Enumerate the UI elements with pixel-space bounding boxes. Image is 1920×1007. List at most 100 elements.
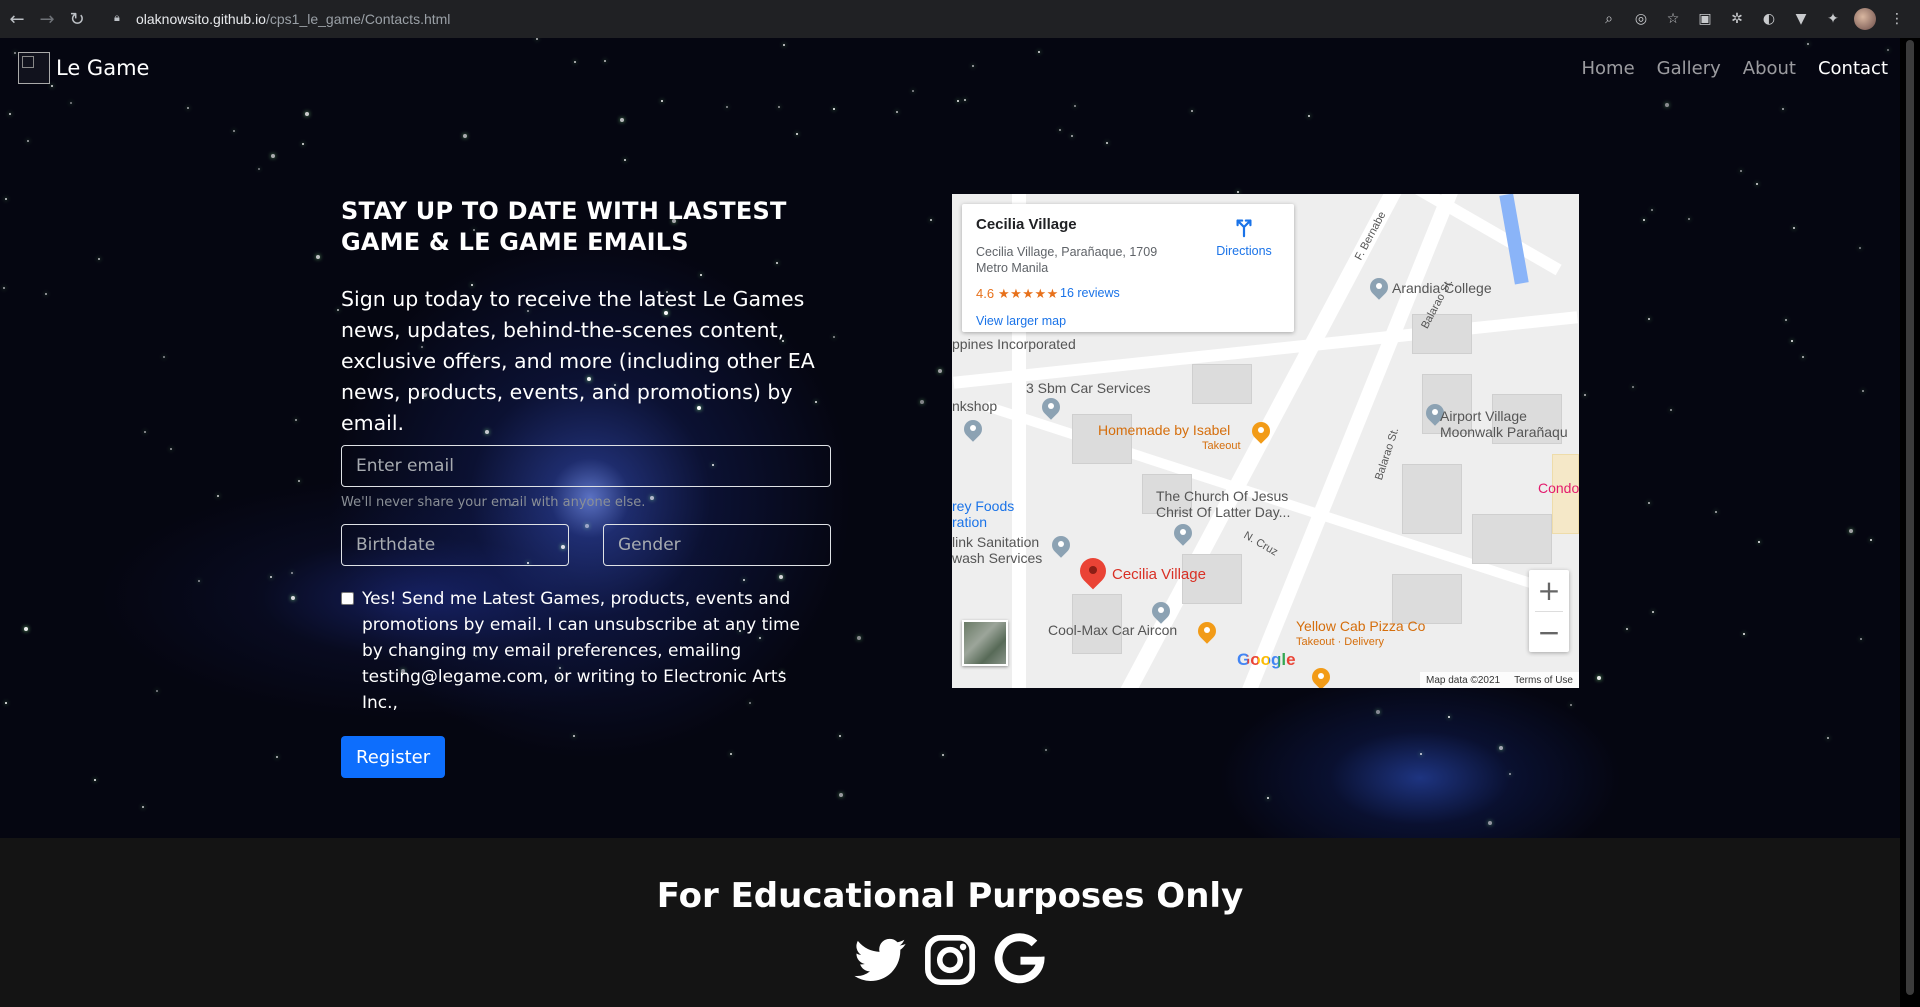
star-dot xyxy=(276,756,278,758)
scrollbar-thumb[interactable] xyxy=(1906,40,1914,995)
forward-icon[interactable]: → xyxy=(34,6,60,32)
brand-text: Le Game xyxy=(56,56,150,80)
star-dot xyxy=(1045,749,1047,751)
extensions-puzzle-icon[interactable]: ✦ xyxy=(1822,8,1844,30)
eye-off-icon[interactable]: ◎ xyxy=(1630,8,1652,30)
footer-title: For Educational Purposes Only xyxy=(656,876,1244,916)
twitter-icon[interactable] xyxy=(852,932,908,988)
star-dot xyxy=(1651,209,1653,211)
map-label-airport2: Moonwalk Parañaqu xyxy=(1440,424,1568,440)
reviews-link[interactable]: 16 reviews xyxy=(1060,286,1120,300)
google-icon[interactable] xyxy=(992,932,1048,988)
birthdate-input[interactable] xyxy=(341,524,569,566)
browser-toolbar: ← → ↻ 🔒︎ olaknowsito.github.io /cps1_le_… xyxy=(0,0,1920,38)
star-dot xyxy=(1499,746,1503,750)
star-dot xyxy=(726,106,728,108)
star-dot xyxy=(1643,219,1645,221)
consent-checkbox[interactable] xyxy=(341,592,354,605)
map-label-frey1: rey Foods xyxy=(952,498,1015,514)
map-pin-icon[interactable] xyxy=(1052,536,1070,558)
star-dot xyxy=(291,572,293,574)
map-street-label: N. Cruz xyxy=(1241,529,1280,559)
map-pin-icon[interactable] xyxy=(964,420,982,442)
star-dot xyxy=(187,107,189,109)
zoom-icon[interactable]: ⌕ xyxy=(1598,8,1620,30)
star-dot xyxy=(1785,319,1787,321)
menu-kebab-icon[interactable]: ⋮ xyxy=(1886,8,1908,30)
star-dot xyxy=(1849,529,1853,533)
star-dot xyxy=(1632,386,1634,388)
page-scrollbar[interactable] xyxy=(1900,38,1920,1007)
view-larger-map-link[interactable]: View larger map xyxy=(976,314,1066,328)
directions-button[interactable]: Directions xyxy=(1212,216,1276,258)
google-map-embed[interactable]: F. Bernabe Balarao St. Balarao St. N. Cr… xyxy=(952,194,1579,688)
signup-section: STAY UP TO DATE WITH LASTEST GAME & LE G… xyxy=(341,196,831,778)
star-dot xyxy=(857,636,861,640)
restaurant-pin-icon[interactable] xyxy=(1252,422,1270,444)
map-label-condo: Condo xyxy=(1538,480,1579,496)
extension-circle-icon[interactable]: ◐ xyxy=(1758,8,1780,30)
gender-input[interactable] xyxy=(603,524,831,566)
star-dot xyxy=(833,336,835,338)
nav-link-about[interactable]: About xyxy=(1743,58,1796,79)
star-dot xyxy=(1448,716,1450,718)
extension-gear-icon[interactable]: ✲ xyxy=(1726,8,1748,30)
email-input[interactable] xyxy=(341,445,831,487)
profile-avatar[interactable] xyxy=(1854,8,1876,30)
star-dot xyxy=(258,168,260,170)
back-icon[interactable]: ← xyxy=(4,6,30,32)
footer: For Educational Purposes Only xyxy=(0,838,1900,1007)
terms-of-use-link[interactable]: Terms of Use xyxy=(1514,675,1573,686)
place-rating: 4.6 xyxy=(976,286,995,301)
signup-headline: STAY UP TO DATE WITH LASTEST GAME & LE G… xyxy=(341,197,787,256)
consent-label: Yes! Send me Latest Games, products, eve… xyxy=(362,589,800,713)
nav-link-home[interactable]: Home xyxy=(1581,58,1634,79)
nav-links: Home Gallery About Contact xyxy=(1581,58,1888,79)
zoom-out-button[interactable]: − xyxy=(1529,612,1569,653)
bookmark-star-icon[interactable]: ☆ xyxy=(1662,8,1684,30)
instagram-icon[interactable] xyxy=(922,932,978,988)
star-dot xyxy=(1584,394,1586,396)
star-dot xyxy=(270,576,272,578)
selected-location-pin-icon[interactable] xyxy=(1080,558,1106,592)
extension-v-icon[interactable]: ▼ xyxy=(1790,8,1812,30)
star-dot xyxy=(620,118,624,122)
star-dot xyxy=(298,480,300,482)
address-bar[interactable]: 🔒︎ olaknowsito.github.io /cps1_le_game/C… xyxy=(110,4,1838,34)
star-dot xyxy=(316,255,320,259)
star-dot xyxy=(1740,170,1742,172)
zoom-in-button[interactable]: + xyxy=(1529,570,1569,611)
satellite-toggle-thumbnail[interactable] xyxy=(962,620,1008,666)
star-dot xyxy=(839,735,841,737)
star-dot xyxy=(1859,247,1861,249)
star-dot xyxy=(661,100,663,102)
place-address: Cecilia Village, Parañaque, 1709 Metro M… xyxy=(976,244,1196,276)
star-dot xyxy=(1670,409,1672,411)
star-dot xyxy=(233,130,235,132)
map-label-coolmax: Cool-Max Car Aircon xyxy=(1048,622,1178,638)
star-dot xyxy=(463,134,467,138)
url-host: olaknowsito.github.io xyxy=(136,11,266,27)
restaurant-pin-icon[interactable] xyxy=(1312,668,1330,688)
church-pin-icon[interactable] xyxy=(1174,524,1192,546)
map-pin-icon[interactable] xyxy=(1370,278,1388,300)
map-label-yellowcab: Yellow Cab Pizza Co xyxy=(1296,618,1426,634)
star-dot xyxy=(1793,227,1795,229)
map-block xyxy=(1472,514,1552,564)
map-pin-icon[interactable] xyxy=(1042,398,1060,420)
place-info-card: Cecilia Village Cecilia Village, Parañaq… xyxy=(962,204,1294,332)
reload-icon[interactable]: ↻ xyxy=(64,6,90,32)
star-dot xyxy=(295,419,297,421)
star-dot xyxy=(45,293,47,295)
map-pin-icon[interactable] xyxy=(1152,602,1170,624)
star-dot xyxy=(1827,737,1829,739)
nav-link-gallery[interactable]: Gallery xyxy=(1657,58,1721,79)
register-button[interactable]: Register xyxy=(341,736,446,778)
extension-screen-icon[interactable]: ▣ xyxy=(1694,8,1716,30)
nav-link-contact[interactable]: Contact xyxy=(1818,58,1888,79)
map-street-label: Balarao St. xyxy=(1373,426,1402,482)
map-label-car-services: 3 Sbm Car Services xyxy=(1026,380,1151,396)
brand[interactable]: Le Game xyxy=(18,52,149,84)
url-path: /cps1_le_game/Contacts.html xyxy=(265,11,451,27)
restaurant-pin-icon[interactable] xyxy=(1198,622,1216,644)
